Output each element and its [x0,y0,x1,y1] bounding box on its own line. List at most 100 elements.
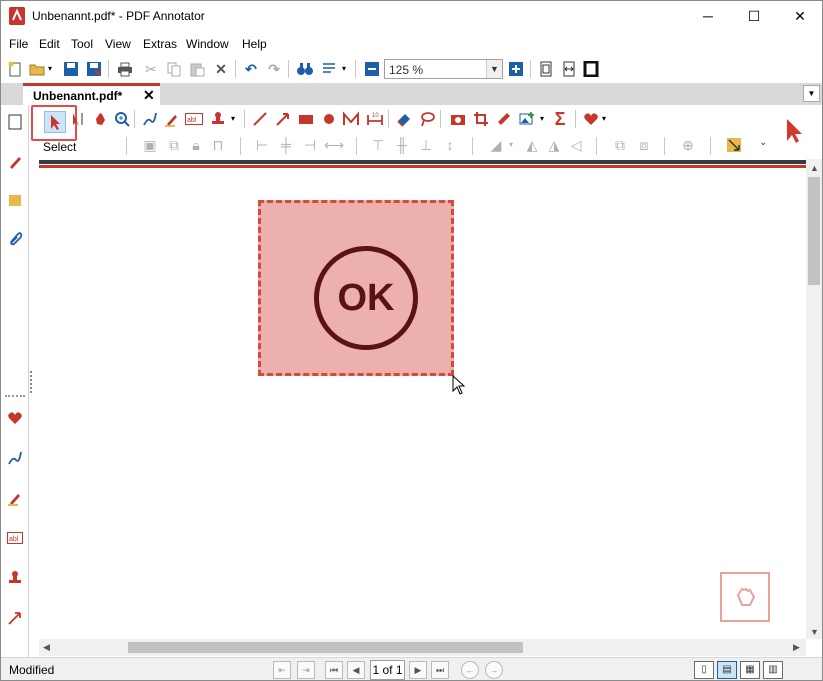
align-top-icon[interactable]: ⊤ [368,135,388,155]
scroll-right-icon[interactable]: ▶ [793,642,800,653]
undo-icon[interactable]: ↶ [241,59,261,79]
zoom-dropdown-icon[interactable]: ▼ [486,60,502,78]
vertical-scrollbar[interactable]: ▲ ▼ [806,159,822,639]
touch-mode-hand-icon[interactable] [720,572,770,622]
favorite-heart-icon[interactable] [2,405,28,431]
rotate-icon[interactable]: ◢ [486,135,506,155]
sum-tool-icon[interactable]: Σ [550,109,570,129]
first-page-icon[interactable]: ⏮ [325,661,343,679]
sidebar-text-field-icon[interactable]: abl [2,525,28,551]
polyline-tool-icon[interactable] [341,109,361,129]
align-left-icon[interactable]: ⊢ [252,135,272,155]
ok-stamp-annotation[interactable]: OK [258,200,454,376]
scroll-down-icon[interactable]: ▼ [810,627,819,637]
zoom-combobox[interactable]: 125 % ▼ [384,59,503,79]
ellipse-tool-icon[interactable] [319,109,339,129]
full-screen-icon[interactable] [581,59,601,79]
vertical-scroll-thumb[interactable] [808,177,820,285]
ruler-tool-icon[interactable] [494,109,514,129]
insert-image-icon[interactable] [517,109,537,129]
sidebar-annotations-icon[interactable] [2,149,28,175]
document-view[interactable]: OK [39,159,806,639]
paste-icon[interactable] [187,59,207,79]
align-middle-icon[interactable]: ╫ [392,135,412,155]
add-to-favorites-icon[interactable]: ⊕ [678,135,698,155]
menu-tool[interactable]: Tool [71,37,93,51]
delete-icon[interactable]: ✕ [211,59,231,79]
continuous-view-icon[interactable]: ▤ [717,661,737,679]
sidebar-pen-icon[interactable] [2,445,28,471]
next-page-icon[interactable]: ▶ [409,661,427,679]
save-icon[interactable] [61,59,81,79]
stamp-tool-icon[interactable] [208,109,228,129]
menu-window[interactable]: Window [186,37,229,51]
maximize-button[interactable]: ☐ [731,1,777,32]
select-text-icon[interactable] [68,109,88,129]
menu-edit[interactable]: Edit [39,37,60,51]
sidebar-bookmarks-icon[interactable] [2,187,28,213]
lasso-tool-icon[interactable] [417,109,437,129]
cut-icon[interactable]: ✂ [141,59,161,79]
zoom-tool-icon[interactable] [112,109,132,129]
page-number-input[interactable]: 1 of 1 [370,660,405,680]
open-dropdown-icon[interactable]: ▾ [45,59,55,79]
forward-icon[interactable]: → [485,661,503,679]
group-icon[interactable]: ▣ [140,135,160,155]
tab-list-dropdown-icon[interactable]: ▼ [803,85,820,102]
menu-help[interactable]: Help [242,37,267,51]
sidebar-attachments-icon[interactable] [2,225,28,251]
rectangle-tool-icon[interactable] [296,109,316,129]
text-tool-icon[interactable]: abl [184,109,204,129]
copy-icon[interactable] [164,59,184,79]
sidebar-stamp-icon[interactable] [2,565,28,591]
lock-icon[interactable]: 🔒︎ [186,135,206,155]
sidebar-pages-icon[interactable] [2,109,28,135]
eraser-tool-icon[interactable] [394,109,414,129]
flip-horizontal-icon[interactable]: ◭ [522,135,542,155]
bring-to-front-icon[interactable]: ⧉ [610,135,630,155]
properties-color-icon[interactable] [724,135,744,155]
document-tab[interactable]: Unbenannt.pdf* ✕ [23,83,160,105]
stamp-dropdown-icon[interactable]: ▾ [228,109,238,129]
menu-view[interactable]: View [105,37,131,51]
print-icon[interactable] [115,59,135,79]
menu-file[interactable]: File [9,37,28,51]
fit-page-icon[interactable] [536,59,556,79]
align-right-icon[interactable]: ⊣ [300,135,320,155]
back-icon[interactable]: ← [461,661,479,679]
crop-tool-icon[interactable] [471,109,491,129]
single-page-view-icon[interactable]: ▯ [694,661,714,679]
measure-tool-icon[interactable]: 10 [365,109,385,129]
sidebar-resize-gripper[interactable] [30,371,34,393]
favorites-heart-icon[interactable] [581,109,601,129]
distribute-vertical-icon[interactable]: ↕ [440,135,460,155]
next-view-icon[interactable]: ⇥ [297,661,315,679]
hand-tool-icon[interactable] [90,109,110,129]
mirror-icon[interactable]: ◁ [566,135,586,155]
zoom-in-button[interactable] [506,59,526,79]
horizontal-scrollbar[interactable]: ◀ ▶ [39,639,806,656]
redo-icon[interactable]: ↷ [264,59,284,79]
close-button[interactable]: ✕ [777,1,822,32]
open-folder-icon[interactable] [27,59,47,79]
line-tool-icon[interactable] [250,109,270,129]
sidebar-highlighter-icon[interactable] [2,485,28,511]
two-page-view-icon[interactable]: ▦ [740,661,760,679]
flip-vertical-icon[interactable]: ◮ [544,135,564,155]
distribute-horizontal-icon[interactable]: ⟷ [324,135,344,155]
new-document-icon[interactable] [5,59,25,79]
arrow-tool-icon[interactable] [273,109,293,129]
send-to-back-icon[interactable]: ⧈ [634,135,654,155]
two-page-continuous-view-icon[interactable]: ▥ [763,661,783,679]
minimize-button[interactable]: ─ [685,1,731,32]
insert-dropdown-icon[interactable]: ▾ [537,109,547,129]
rotate-dropdown-icon[interactable]: ▾ [506,135,516,155]
pen-tool-icon[interactable] [140,109,160,129]
highlighter-tool-icon[interactable] [162,109,182,129]
select-tool-button[interactable] [44,111,66,133]
previous-view-icon[interactable]: ⇤ [273,661,291,679]
scroll-up-icon[interactable]: ▲ [810,163,819,173]
previous-page-icon[interactable]: ◀ [347,661,365,679]
horizontal-scroll-thumb[interactable] [128,642,523,653]
search-dropdown-icon[interactable]: ▾ [339,59,349,79]
